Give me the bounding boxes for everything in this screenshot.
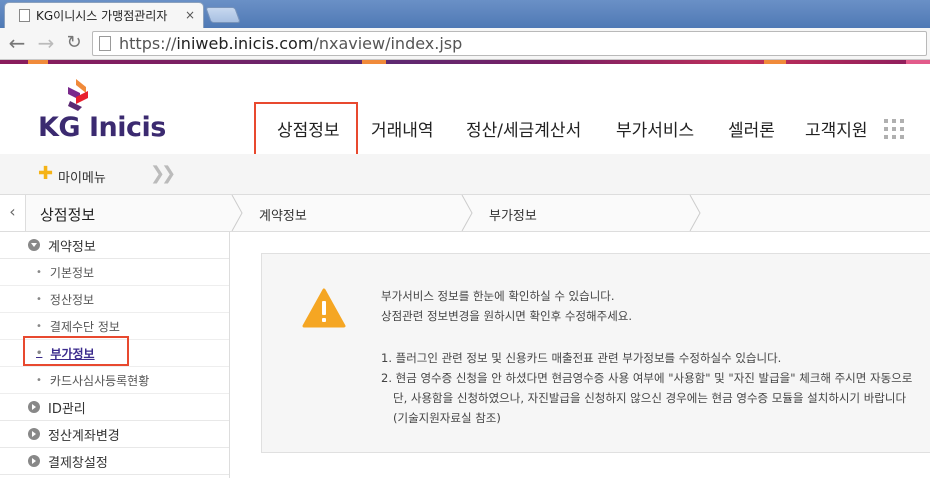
all-menu-grid-icon[interactable] (884, 119, 904, 139)
expand-circle-icon (28, 401, 40, 413)
annotation-highlight-box (23, 336, 129, 366)
gnb-seller-loan[interactable]: 셀러론 (728, 116, 775, 141)
plus-icon[interactable]: ✚ (38, 165, 53, 183)
gnb-settlement[interactable]: 정산/세금계산서 (466, 116, 581, 141)
reload-icon[interactable]: ↻ (63, 32, 85, 54)
notice-line: 상점관련 정보변경을 원하시면 확인후 수정해주세요. (381, 309, 633, 323)
expand-circle-icon (28, 428, 40, 440)
browser-tab[interactable]: KG이니시스 가맹점관리자 × (4, 2, 204, 28)
url-path: /nxaview/index.jsp (313, 34, 463, 53)
my-menu-label[interactable]: 마이메뉴 (58, 167, 106, 186)
bullet-dot: • (36, 374, 42, 386)
annotation-highlight-box (254, 102, 358, 156)
bullet-dot: • (36, 293, 42, 305)
breadcrumb-item-contract[interactable]: 계약정보 (259, 205, 307, 224)
url-host: iniweb.inicis.com (176, 34, 314, 53)
kg-inicis-logo[interactable]: KG Inicis (38, 112, 166, 143)
sidebar-item-label: 기본정보 (49, 265, 95, 280)
breadcrumb-separator-icon (231, 195, 243, 231)
expand-circle-icon (28, 455, 40, 467)
bullet-dot: • (36, 266, 42, 278)
url-scheme: https:// (119, 34, 177, 53)
breadcrumb-separator-icon (461, 195, 473, 231)
address-bar[interactable]: https://iniweb.inicis.com/nxaview/index.… (92, 31, 927, 56)
gnb-additional-services[interactable]: 부가서비스 (616, 116, 694, 141)
sidebar-group-contract[interactable]: 계약정보 (0, 232, 229, 259)
browser-toolbar: ← → ↻ https://iniweb.inicis.com/nxaview/… (0, 28, 930, 60)
notice-item: (기술지원자료실 참조) (393, 411, 501, 425)
tab-title: KG이니시스 가맹점관리자 (36, 9, 168, 23)
sidebar-group-label: 정산계좌변경 (48, 428, 120, 444)
site-header: KG Inicis 상점정보 거래내역 정산/세금계산서 부가서비스 셀러론 고… (0, 64, 930, 154)
notice-line: 부가서비스 정보를 한눈에 확인하실 수 있습니다. (381, 289, 615, 303)
notice-item: 2. 현금 영수증 신청을 안 하셨다면 현금영수증 사용 여부에 "사용함" … (381, 371, 913, 385)
sidebar-item-label: 정산정보 (49, 292, 95, 307)
breadcrumb-title: 상점정보 (40, 206, 96, 224)
sidebar-item-label: 카드사심사등록현황 (49, 373, 150, 388)
expand-circle-icon (28, 239, 40, 251)
close-icon[interactable]: × (185, 8, 195, 22)
bullet-dot: • (36, 320, 42, 332)
kg-logo-icon (68, 79, 88, 111)
new-tab-button[interactable] (205, 7, 241, 23)
double-chevron-right-icon[interactable]: ❯❯ (150, 163, 176, 184)
sidebar-group-label: 결제창설정 (48, 455, 108, 471)
forward-arrow-icon[interactable]: → (35, 32, 57, 54)
gnb-transactions[interactable]: 거래내역 (371, 116, 434, 141)
gnb-customer-support[interactable]: 고객지원 (805, 116, 868, 141)
chevron-left-icon[interactable]: ‹ (0, 195, 26, 231)
page-icon (99, 36, 111, 51)
browser-tabstrip: KG이니시스 가맹점관리자 × (0, 0, 930, 28)
sidebar-item-basic-info[interactable]: • 기본정보 (0, 259, 229, 286)
sidebar-item-label: 결제수단 정보 (49, 319, 120, 334)
breadcrumb: ‹ 상점정보 계약정보 부가정보 (0, 194, 930, 232)
my-menu-bar: ✚ 마이메뉴 ❯❯ (0, 154, 930, 194)
sidebar-group-payment-window[interactable]: 결제창설정 (0, 448, 229, 475)
breadcrumb-item-additional[interactable]: 부가정보 (489, 205, 537, 224)
sidebar-item-card-review[interactable]: • 카드사심사등록현황 (0, 367, 229, 394)
breadcrumb-separator-icon (689, 195, 701, 231)
sidebar-group-account-change[interactable]: 정산계좌변경 (0, 421, 229, 448)
sidebar-item-settlement-info[interactable]: • 정산정보 (0, 286, 229, 313)
notice-item: 1. 플러그인 관련 정보 및 신용카드 매출전표 관련 부가정보를 수정하실수… (381, 351, 782, 365)
sidebar-group-label: 계약정보 (48, 239, 96, 255)
page-icon (19, 9, 30, 22)
notice-item: 단, 사용함을 신청하였으나, 자진발급을 신청하지 않으신 경우에는 현금 영… (393, 391, 907, 405)
sidebar-group-label: ID관리 (48, 401, 86, 417)
back-arrow-icon[interactable]: ← (6, 32, 28, 54)
sidebar-group-id[interactable]: ID관리 (0, 394, 229, 421)
notice-panel: 부가서비스 정보를 한눈에 확인하실 수 있습니다. 상점관련 정보변경을 원하… (261, 253, 930, 453)
warning-icon (302, 288, 346, 328)
